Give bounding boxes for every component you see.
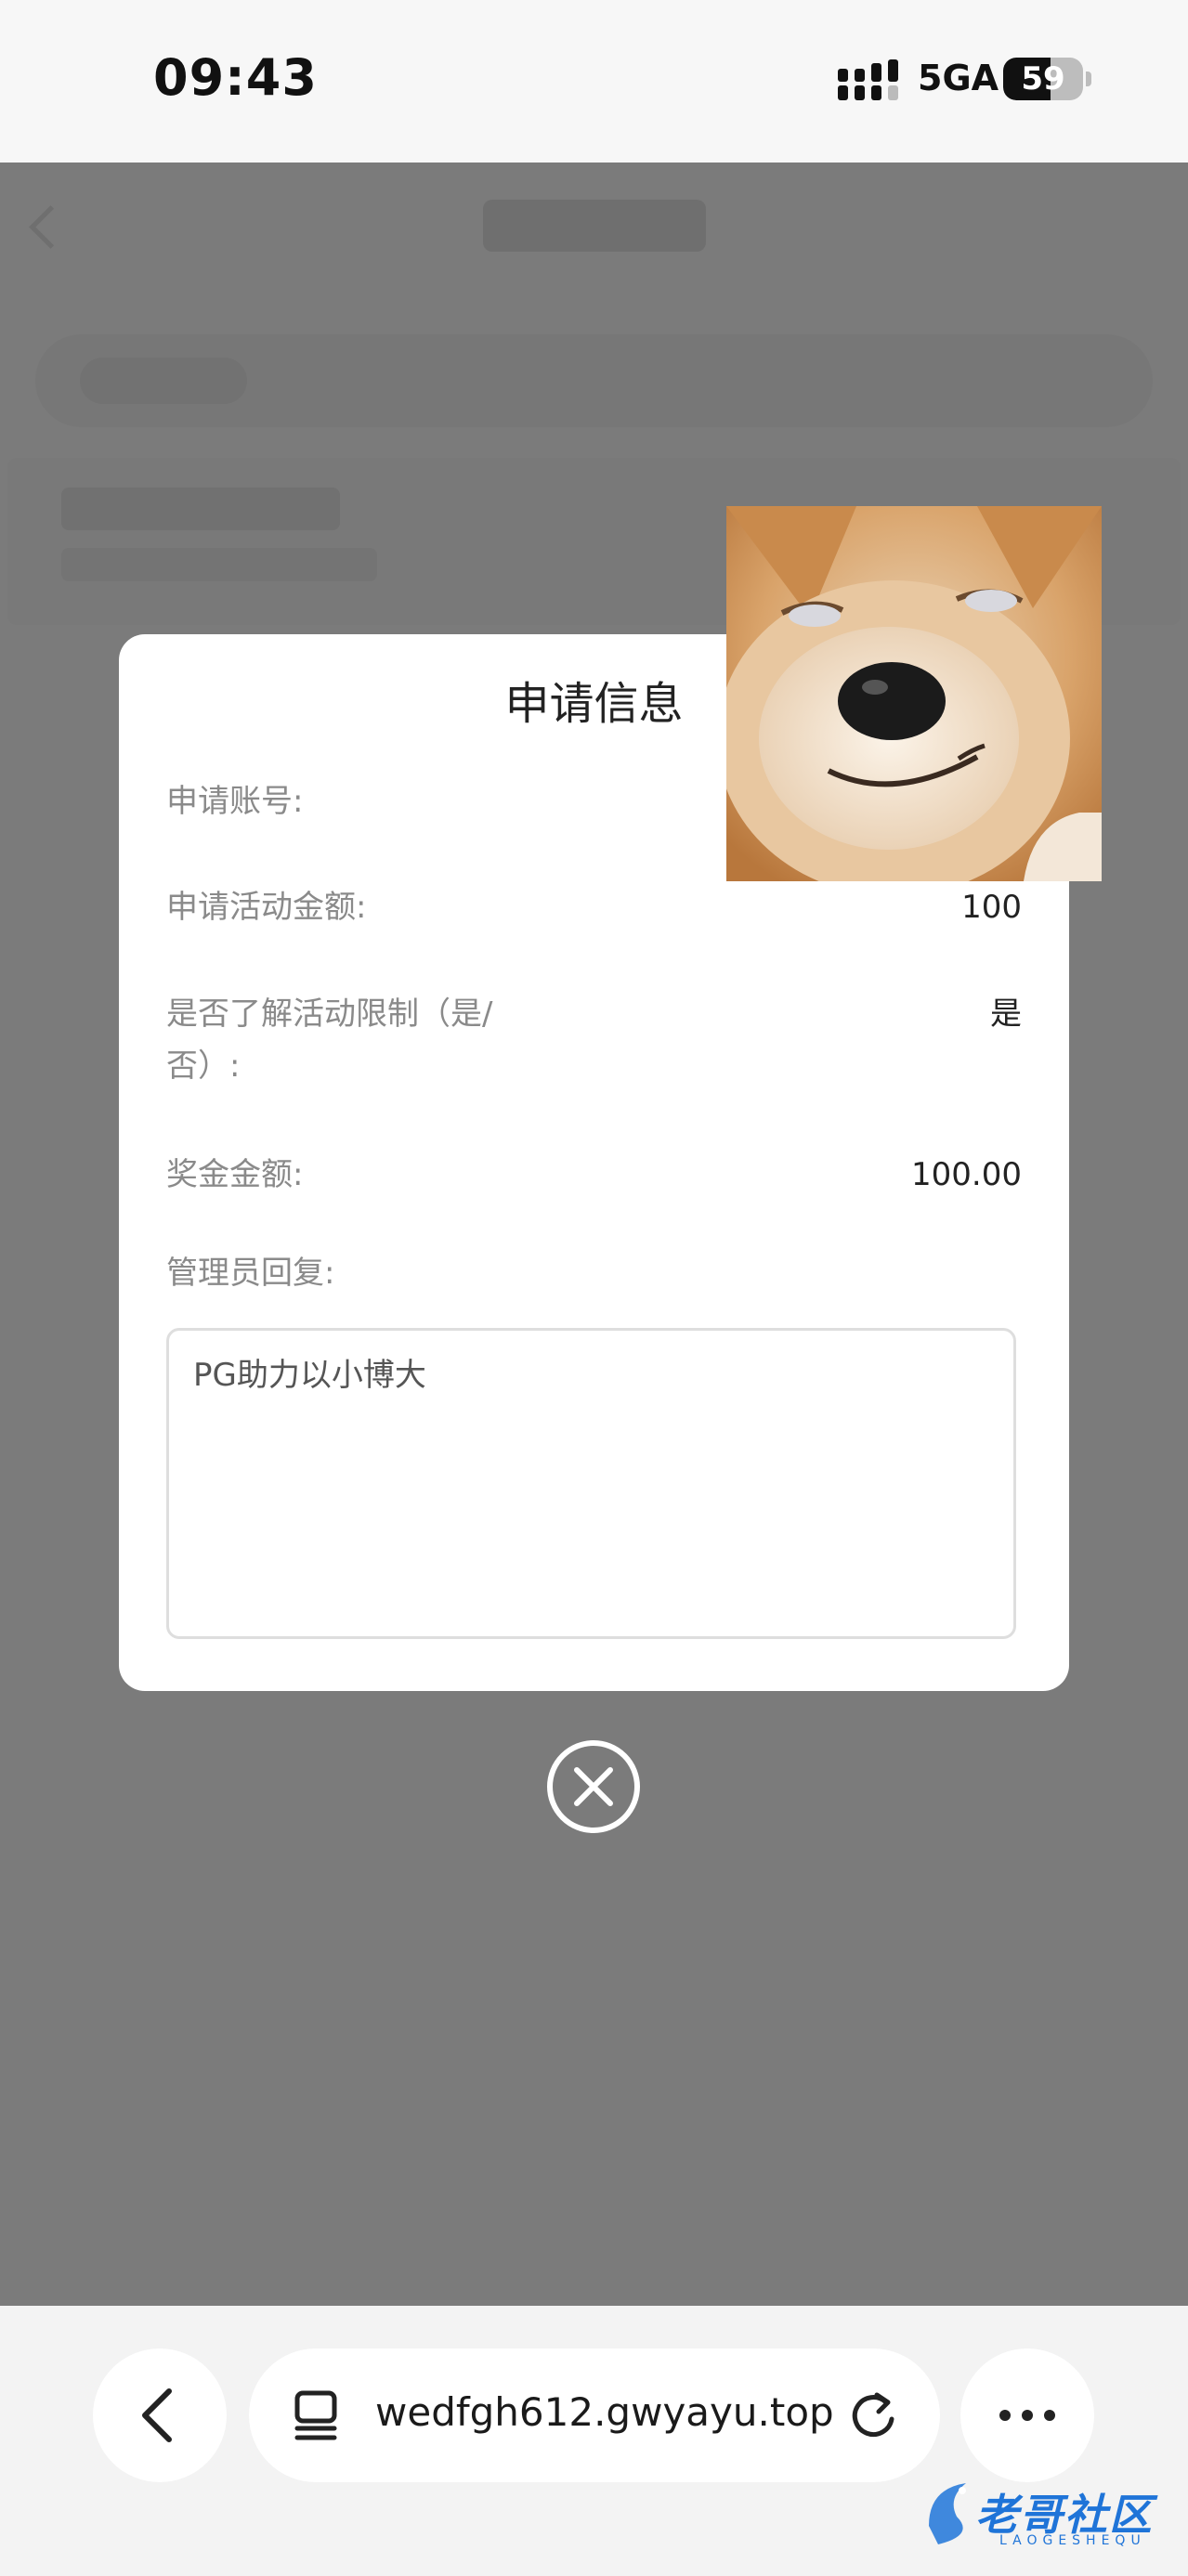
battery-icon: 59: [1003, 58, 1083, 100]
status-time: 09:43: [153, 48, 318, 107]
admin-reply-label: 管理员回复:: [166, 1255, 335, 1292]
network-type: 5GA: [918, 58, 999, 98]
row-activity-amount-value: 100: [961, 889, 1022, 926]
row-activity-limit: 是否了解活动限制（是/否）: 是: [166, 988, 1022, 1099]
status-bar: 09:43 5GA 59: [0, 0, 1188, 163]
background-card-title: [61, 488, 340, 530]
watermark-subtext: LAOGESHEQU: [999, 2533, 1146, 2548]
admin-reply-box[interactable]: PG助力以小博大: [166, 1328, 1016, 1639]
background-search-placeholder: [80, 358, 247, 404]
battery-percent: 59: [1021, 60, 1065, 98]
row-bonus-amount-label: 奖金金额:: [166, 1156, 304, 1193]
reload-icon[interactable]: [849, 2389, 899, 2441]
watermark-logo: 老哥社区 LAOGESHEQU: [920, 2470, 1175, 2563]
row-bonus-amount-value: 100.00: [911, 1156, 1022, 1193]
row-account-label: 申请账号:: [166, 783, 304, 820]
background-card-subtitle: [61, 548, 377, 581]
background-title: [483, 200, 706, 252]
page-icon: [294, 2390, 337, 2440]
more-dots-icon: [999, 2410, 1055, 2421]
signal-icon: [838, 59, 898, 100]
url-text: wedfgh612.gwyayu.top: [375, 2389, 834, 2435]
row-bonus-amount: 奖金金额: 100.00: [166, 1149, 1022, 1201]
row-activity-limit-value: 是: [990, 995, 1022, 1033]
chevron-left-icon: [142, 2388, 172, 2442]
browser-back-button[interactable]: [93, 2348, 227, 2482]
browser-more-button[interactable]: [960, 2348, 1094, 2482]
row-activity-amount: 申请活动金额: 100: [166, 881, 1022, 933]
row-activity-limit-label: 是否了解活动限制（是/否）:: [166, 995, 493, 1085]
battery-tip: [1086, 72, 1091, 86]
close-dialog-icon[interactable]: [546, 1739, 641, 1834]
row-activity-amount-label: 申请活动金额:: [166, 889, 367, 926]
shiba-sticker-image: [726, 506, 1102, 881]
address-bar[interactable]: wedfgh612.gwyayu.top: [249, 2348, 940, 2482]
background-back-icon: [29, 205, 72, 249]
